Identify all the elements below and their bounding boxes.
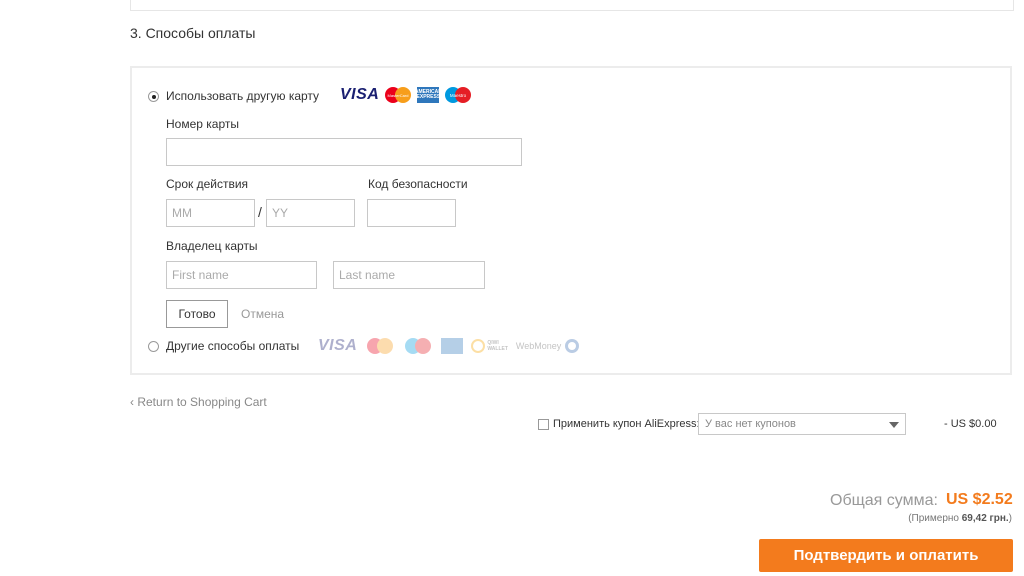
- expiry-separator: /: [258, 204, 262, 220]
- other-methods-logos: VISA QIWI WALLET WebMoney: [318, 337, 580, 355]
- mastercard-logo-text: MasterCard: [388, 93, 409, 98]
- webmoney-logo-icon: WebMoney: [516, 338, 580, 354]
- expiry-label: Срок действия: [166, 177, 249, 191]
- confirm-and-pay-button[interactable]: Подтвердить и оплатить: [759, 539, 1013, 572]
- section-title: 3. Способы оплаты: [130, 25, 256, 41]
- total-label: Общая сумма:: [830, 492, 938, 509]
- visa-logo-icon: VISA: [340, 86, 380, 103]
- amex-logo-icon: AMERICAN EXPRESS: [415, 87, 442, 103]
- apply-coupon-checkbox[interactable]: [538, 419, 549, 430]
- first-name-input[interactable]: First name: [166, 261, 317, 289]
- done-button[interactable]: Готово: [166, 300, 228, 328]
- other-methods-radio[interactable]: [148, 341, 159, 352]
- last-name-input[interactable]: Last name: [333, 261, 485, 289]
- maestro-logo-text: Maestro: [450, 93, 467, 98]
- amex-logo-line2: EXPRESS: [416, 94, 441, 100]
- apply-coupon-label: Применить купон AliExpress:: [553, 418, 700, 430]
- expiry-year-input[interactable]: YY: [266, 199, 355, 227]
- approx-value: 69,42 грн.: [961, 513, 1009, 524]
- total-value: US $2.52: [946, 491, 1013, 508]
- card-number-input[interactable]: [166, 138, 522, 166]
- cancel-link[interactable]: Отмена: [241, 307, 284, 321]
- use-card-radio[interactable]: [148, 91, 159, 102]
- card-number-label: Номер карты: [166, 117, 239, 131]
- return-to-cart-label: Return to Shopping Cart: [137, 395, 267, 409]
- use-card-label[interactable]: Использовать другую карту: [166, 89, 319, 103]
- payment-methods-panel: [130, 66, 1012, 375]
- mastercard-logo-faded-icon: [367, 338, 394, 354]
- previous-section-box: [130, 0, 1014, 11]
- maestro-logo-faded-icon: [405, 338, 432, 354]
- webmoney-logo-text: WebMoney: [515, 341, 562, 351]
- card-owner-label: Владелец карты: [166, 239, 258, 253]
- maestro-logo-icon: Maestro: [445, 87, 472, 103]
- mastercard-logo-icon: MasterCard: [385, 87, 412, 103]
- caret-down-icon: [889, 422, 899, 428]
- approx-total: (Примерно 69,42 грн.): [908, 513, 1012, 524]
- approx-suffix: ): [1008, 513, 1012, 524]
- approx-prefix: (Примерно: [908, 513, 959, 524]
- cvv-label: Код безопасности: [368, 177, 468, 191]
- coupon-select-value: У вас нет купонов: [705, 418, 796, 430]
- amex-logo-faded-icon: [441, 338, 464, 354]
- qiwi-logo-icon: QIWI WALLET: [471, 339, 508, 353]
- return-to-cart-link[interactable]: ‹ Return to Shopping Cart: [130, 395, 267, 409]
- other-methods-label[interactable]: Другие способы оплаты: [166, 339, 299, 353]
- visa-logo-faded-icon: VISA: [318, 337, 358, 354]
- card-logos: VISA MasterCard AMERICAN EXPRESS Maestro: [340, 86, 473, 104]
- cvv-input[interactable]: [367, 199, 456, 227]
- coupon-select[interactable]: У вас нет купонов: [698, 413, 906, 435]
- coupon-discount: - US $0.00: [944, 418, 997, 430]
- expiry-month-input[interactable]: MM: [166, 199, 255, 227]
- qiwi-logo-line2: WALLET: [487, 346, 508, 352]
